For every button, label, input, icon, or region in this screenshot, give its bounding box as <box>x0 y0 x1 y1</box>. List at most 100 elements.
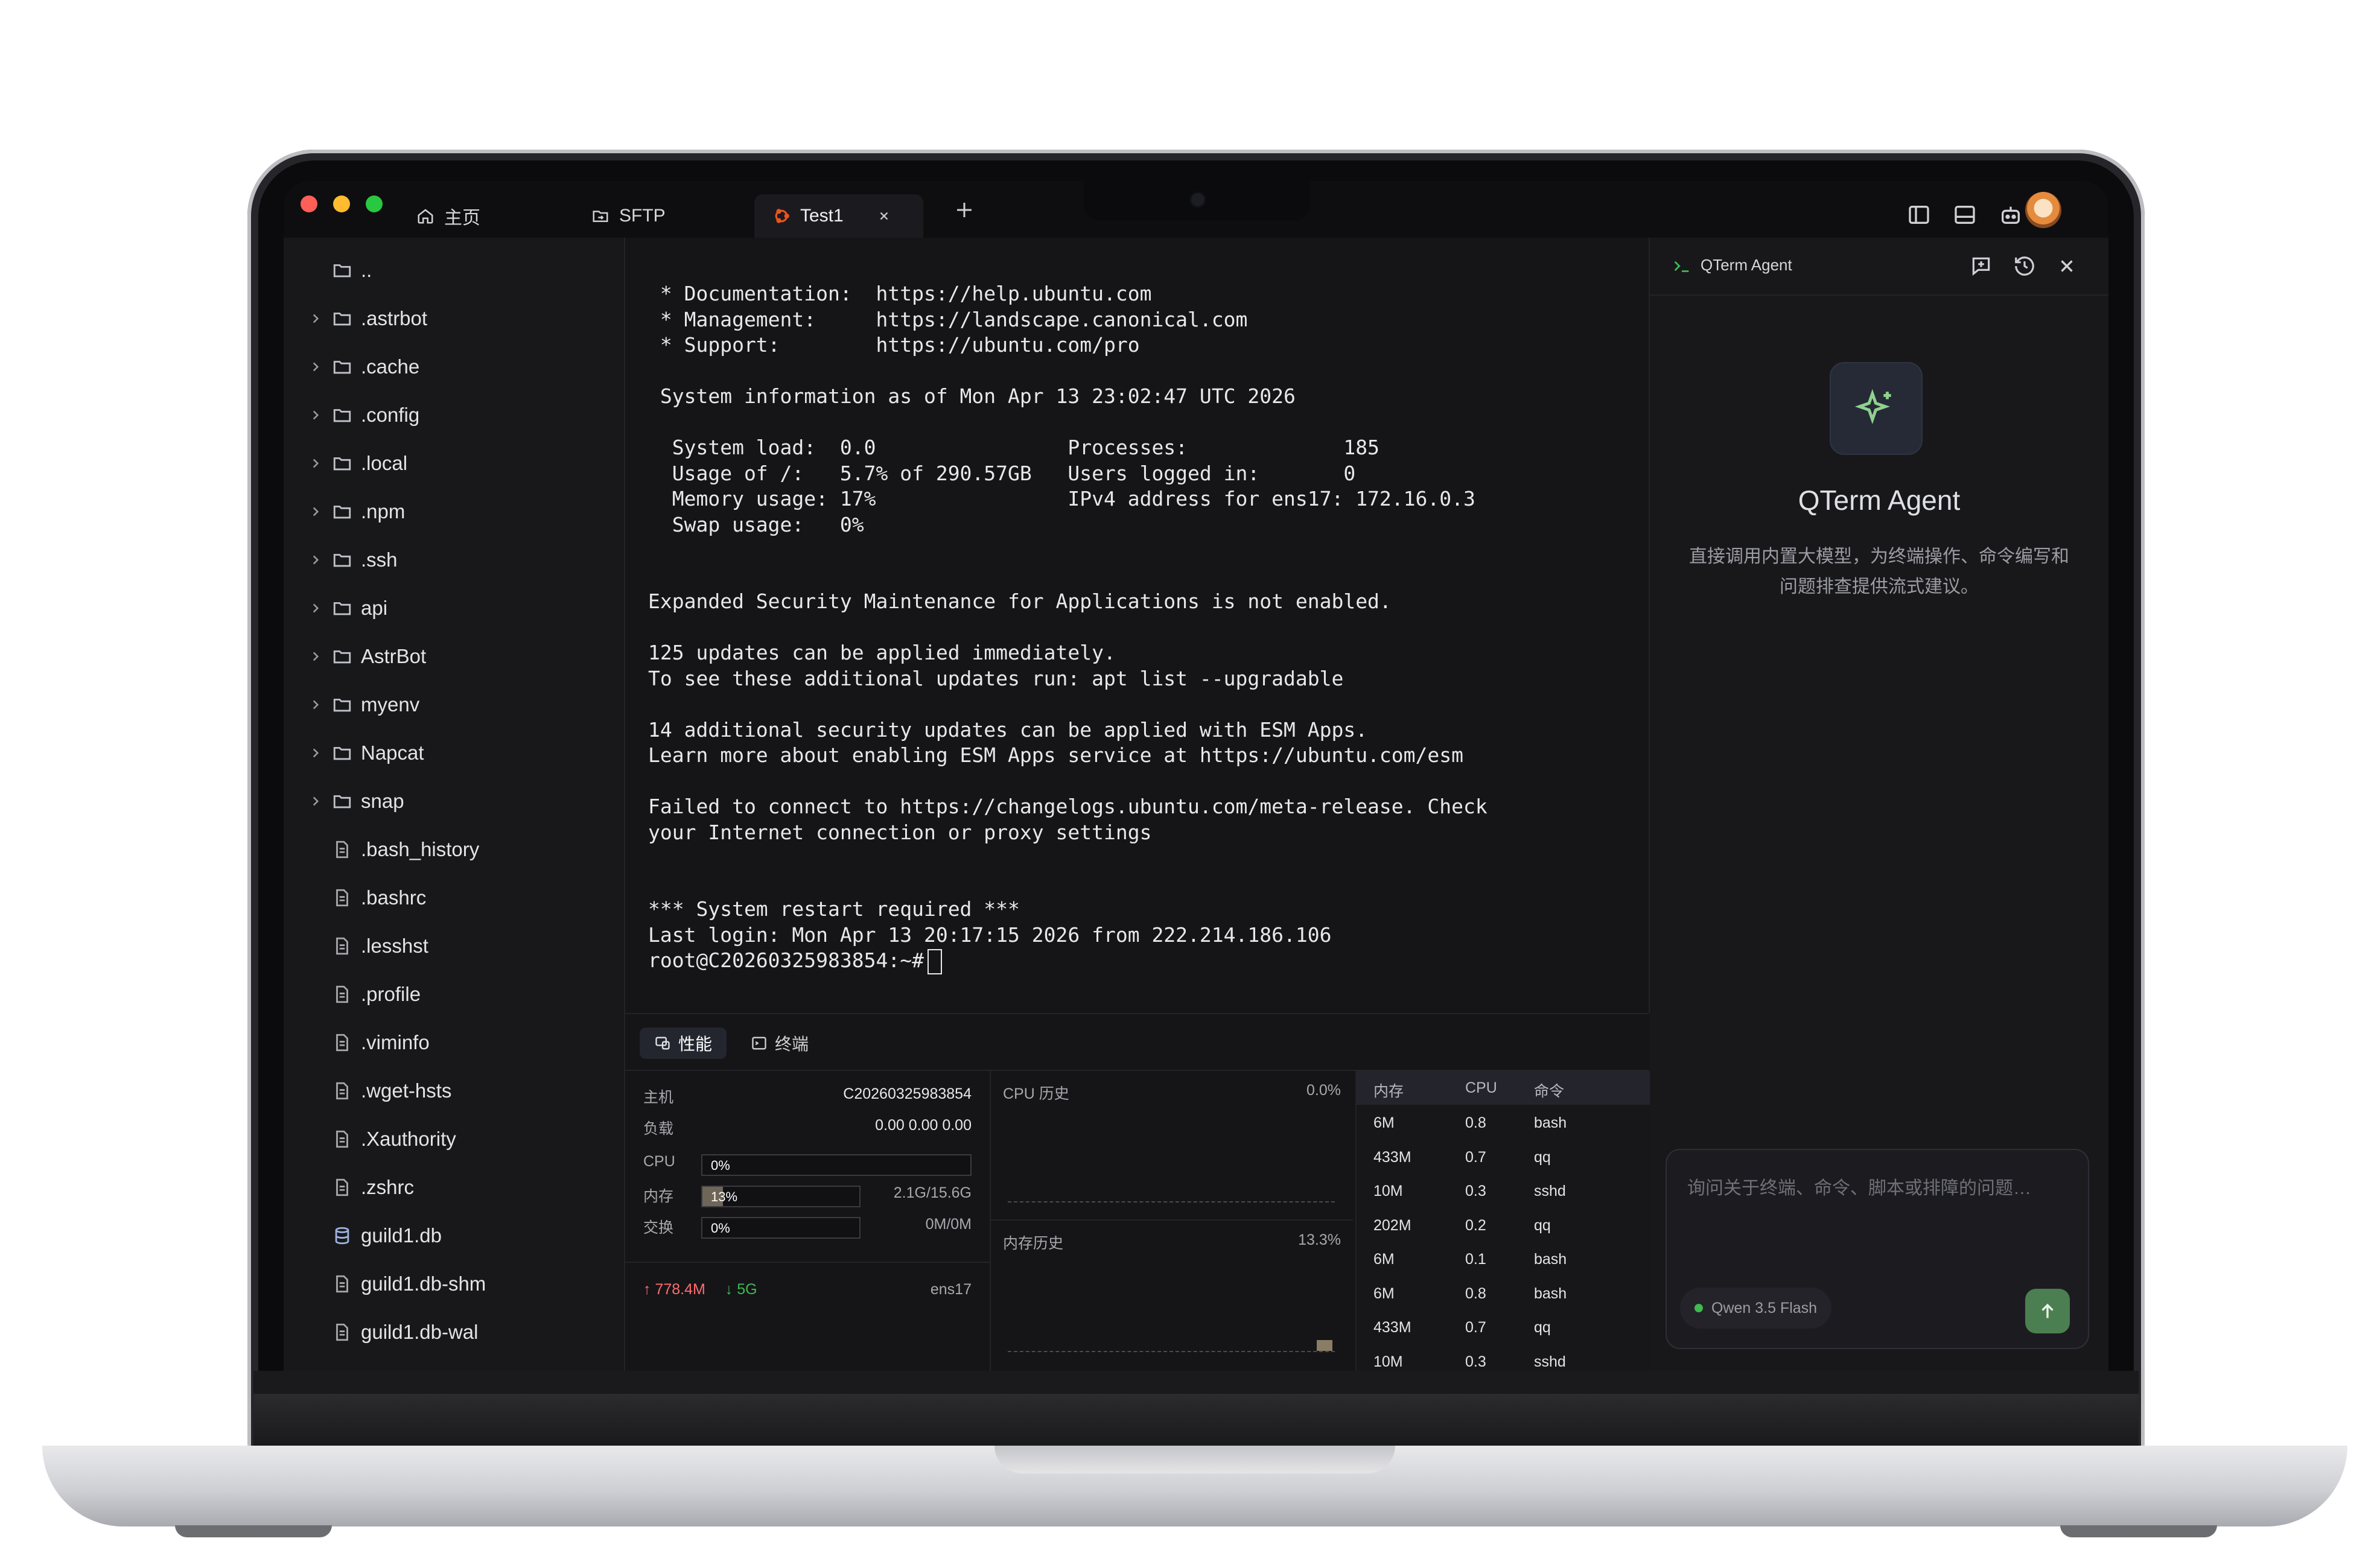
chevron-right-icon[interactable] <box>308 745 323 761</box>
sftp-icon <box>593 211 608 222</box>
history-icon[interactable] <box>2013 255 2036 278</box>
model-selector[interactable]: Qwen 3.5 Flash <box>1680 1288 1832 1329</box>
tree-item-file[interactable]: guild1.db-wal <box>284 1308 478 1356</box>
memory-bar: 13% <box>701 1186 861 1207</box>
tree-item-label: guild1.db-wal <box>361 1321 479 1343</box>
maximize-window-button[interactable] <box>366 195 383 212</box>
user-avatar[interactable] <box>2025 192 2061 228</box>
tree-item-folder[interactable]: myenv <box>284 681 419 729</box>
close-window-button[interactable] <box>301 195 317 212</box>
chevron-right-icon[interactable] <box>308 504 323 519</box>
tree-item-folder[interactable]: api <box>284 584 387 632</box>
tree-item-file[interactable]: .bash_history <box>284 825 479 874</box>
terminal-line: Last login: Mon Apr 13 20:17:15 2026 fro… <box>648 923 1332 947</box>
chevron-right-icon[interactable] <box>308 407 323 423</box>
chevron-right-icon[interactable] <box>308 697 323 713</box>
agent-bot-icon[interactable] <box>1999 203 2023 227</box>
folder-icon <box>333 361 351 374</box>
tree-item-file[interactable]: .bashrc <box>284 874 426 922</box>
terminal-line: your Internet connection or proxy settin… <box>648 820 1152 844</box>
folder-icon <box>333 313 351 326</box>
memory-history-spike <box>1317 1340 1332 1351</box>
tree-item-folder[interactable]: .npm <box>284 488 405 536</box>
chevron-right-icon[interactable] <box>308 456 323 471</box>
tree-item-db[interactable]: guild1.db <box>284 1212 442 1260</box>
tree-item-parent[interactable]: .. <box>284 246 372 294</box>
camera-icon <box>1191 193 1204 206</box>
close-tab-icon[interactable] <box>877 209 891 223</box>
new-chat-icon[interactable] <box>1970 255 1993 278</box>
tree-item-file[interactable]: .wget-hsts <box>284 1067 451 1115</box>
toggle-sidebar-icon[interactable] <box>1907 203 1931 227</box>
tree-item-folder[interactable]: snap <box>284 777 404 825</box>
column-header-command[interactable]: 命令 <box>1534 1079 1564 1101</box>
terminal-line: Usage of /: 5.7% of 290.57GB Users logge… <box>648 461 1356 485</box>
agent-header: QTerm Agent <box>1650 238 2108 296</box>
tree-item-folder[interactable]: Napcat <box>284 729 424 777</box>
tree-item-file[interactable]: guild1.db-shm <box>284 1260 486 1308</box>
tab-test1[interactable]: Test1 <box>754 194 923 238</box>
tab-sftp[interactable]: SFTP <box>591 194 666 238</box>
cpu-history-percent: 0.0% <box>1306 1082 1341 1099</box>
tab-label: 主页 <box>444 208 480 228</box>
cpu-bar-label: 0% <box>711 1158 730 1173</box>
process-cell: 0.8 <box>1465 1114 1486 1131</box>
terminal-line: * Management: https://landscape.canonica… <box>648 307 1248 331</box>
stat-value: 2.1G/15.6G <box>893 1184 972 1201</box>
chevron-right-icon[interactable] <box>308 552 323 568</box>
chevron-right-icon[interactable] <box>308 311 323 326</box>
terminal-line: *** System restart required *** <box>648 897 1020 921</box>
minimize-window-button[interactable] <box>333 195 350 212</box>
tree-item-folder[interactable]: .ssh <box>284 536 398 584</box>
terminal-icon <box>752 1037 766 1050</box>
chevron-right-icon[interactable] <box>308 359 323 375</box>
tree-item-file[interactable]: .zshrc <box>284 1163 414 1212</box>
tab-terminal[interactable]: 终端 <box>736 1028 823 1059</box>
process-cell: sshd <box>1534 1353 1566 1370</box>
tree-item-folder[interactable]: AstrBot <box>284 632 426 681</box>
chevron-right-icon[interactable] <box>308 793 323 809</box>
agent-input[interactable]: 询问关于终端、命令、脚本或排障的问题… <box>1687 1173 2031 1199</box>
tree-item-label: .profile <box>361 983 421 1005</box>
laptop-foot-right <box>2060 1525 2217 1537</box>
tab-home[interactable]: 主页 <box>416 194 480 238</box>
column-header-memory[interactable]: 内存 <box>1373 1079 1404 1101</box>
file-tree-sidebar: .. .astrbot .cache .config .local .npm .ssh ap… <box>284 238 625 1371</box>
tab-label: Test1 <box>800 206 844 226</box>
terminal-pane[interactable]: * Documentation: https://help.ubuntu.com… <box>625 238 1650 1013</box>
terminal-line: System load: 0.0 Processes: 185 <box>648 436 1379 459</box>
swap-bar: 0% <box>701 1217 861 1239</box>
tree-item-label: guild1.db-shm <box>361 1272 486 1295</box>
column-header-cpu[interactable]: CPU <box>1465 1079 1497 1097</box>
process-cell: 6M <box>1373 1285 1395 1302</box>
tab-performance[interactable]: 性能 <box>640 1028 727 1059</box>
tree-item-file[interactable]: .lesshst <box>284 922 428 970</box>
tree-item-folder[interactable]: .local <box>284 439 407 488</box>
process-cell: 0.1 <box>1465 1251 1486 1268</box>
tree-item-file[interactable]: .viminfo <box>284 1018 430 1067</box>
send-button[interactable] <box>2025 1289 2070 1333</box>
stat-label: 交换 <box>643 1219 674 1236</box>
process-cell: 0.3 <box>1465 1183 1486 1199</box>
tab-label: 性能 <box>678 1035 713 1053</box>
database-icon <box>335 1227 349 1245</box>
close-icon[interactable] <box>2057 256 2077 276</box>
chevron-right-icon[interactable] <box>308 600 323 616</box>
process-cell: 0.8 <box>1465 1285 1486 1302</box>
tree-item-label: .ssh <box>361 548 398 571</box>
file-icon <box>336 1323 348 1341</box>
new-tab-icon[interactable] <box>953 199 975 221</box>
chevron-right-icon[interactable] <box>308 649 323 664</box>
sparkles-icon <box>1854 389 1891 425</box>
process-cell: bash <box>1534 1251 1567 1268</box>
tree-item-folder[interactable]: .cache <box>284 343 419 391</box>
file-icon <box>336 1275 348 1293</box>
terminal-line: System information as of Mon Apr 13 23:0… <box>648 384 1296 408</box>
tree-item-file[interactable]: .profile <box>284 970 421 1018</box>
tree-item-folder[interactable]: .config <box>284 391 419 439</box>
toggle-bottom-panel-icon[interactable] <box>1953 203 1977 227</box>
tree-item-file[interactable]: .Xauthority <box>284 1115 456 1163</box>
tree-item-label: .Xauthority <box>361 1128 456 1150</box>
home-icon <box>418 209 433 224</box>
tree-item-folder[interactable]: .astrbot <box>284 294 427 343</box>
